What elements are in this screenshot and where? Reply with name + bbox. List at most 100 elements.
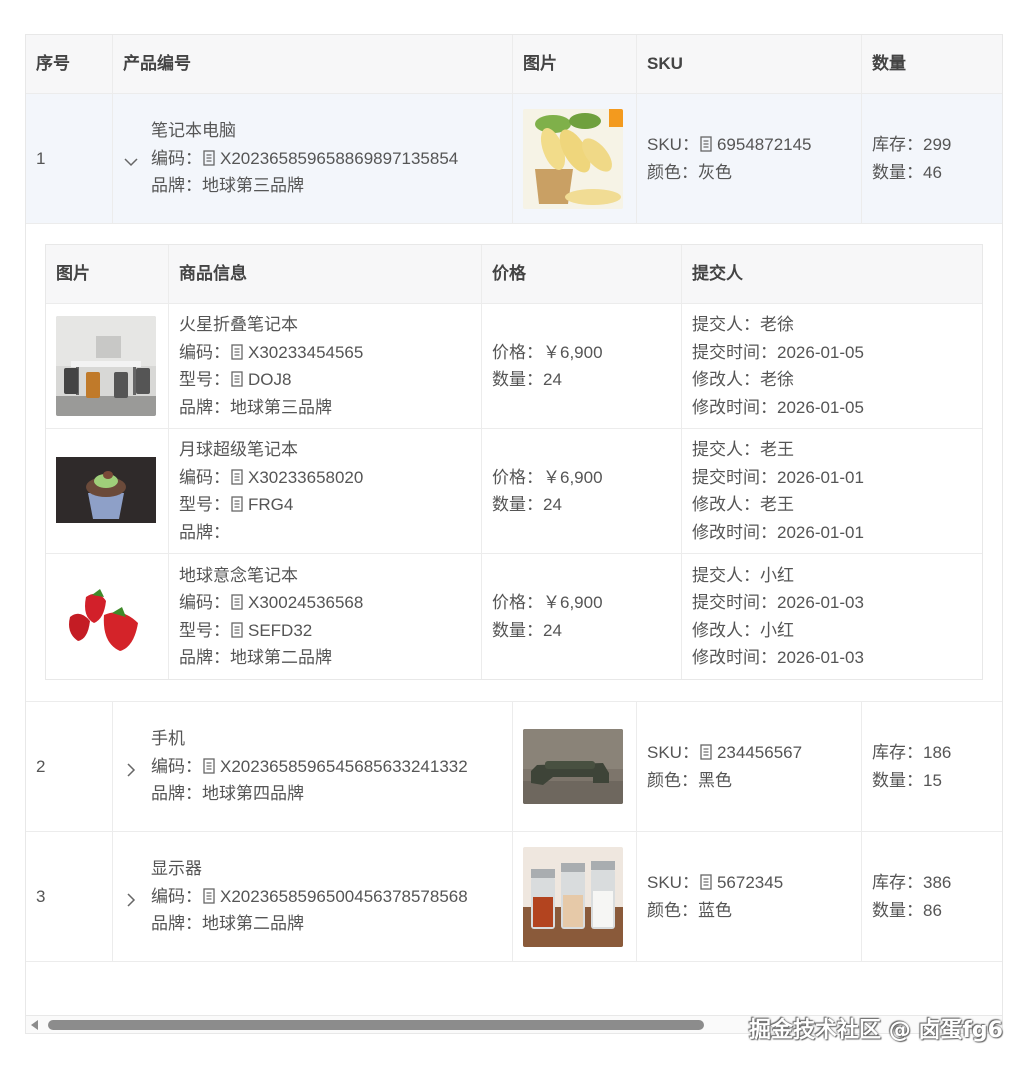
color-value: 颜色：黑色 <box>647 770 732 790</box>
row-index: 2 <box>26 702 113 831</box>
sub-info-cell: 火星折叠笔记本 编码： X30233454565 型号： DOJ8 品牌：地球第三品… <box>169 304 482 428</box>
sub-product-model: 型号： SEFD32 <box>179 619 313 640</box>
quantity-cell: 库存：186 数量：15 <box>862 702 1002 831</box>
copy-icon[interactable] <box>202 755 216 774</box>
table-row[interactable]: 1 笔记本电脑 编码： X20236585965886989713585​4 品牌… <box>26 94 1002 224</box>
image-cell <box>513 94 637 223</box>
copy-icon[interactable] <box>230 368 244 387</box>
table-row[interactable]: 3 显示器 编码： X20236585965004563785785​68 品牌：… <box>26 832 1002 962</box>
product-cell: 笔记本电脑 编码： X20236585965886989713585​4 品牌：地… <box>113 94 513 223</box>
header-index: 序号 <box>26 35 113 93</box>
modifier: 修改人：老王 <box>692 495 794 514</box>
sub-product-name: 地球意念笔记本 <box>179 565 298 585</box>
expanded-row: 图片 商品信息 价格 提交人 火星折叠笔记本 编码： X30233454565 … <box>26 224 1002 702</box>
sub-qty: 数量：24 <box>492 370 562 389</box>
chevron-right-icon[interactable] <box>123 889 139 907</box>
product-code: 编码： X20236585965004563785785​68 <box>151 885 468 906</box>
product-code: 编码： X20236585965456856332413​32 <box>151 755 468 776</box>
sub-image-cell <box>46 554 169 679</box>
product-image-dining <box>56 316 156 416</box>
copy-icon[interactable] <box>230 466 244 485</box>
modify-time: 修改时间：2026-01-01 <box>692 522 864 542</box>
sub-price: 价格：￥6,900 <box>492 467 603 487</box>
qty-value: 数量：15 <box>872 770 942 790</box>
sub-price-cell: 价格：￥6,900 数量：24 <box>482 554 682 679</box>
copy-icon[interactable] <box>230 619 244 638</box>
copy-icon[interactable] <box>230 341 244 360</box>
sub-header-submitter: 提交人 <box>692 264 743 284</box>
modify-time: 修改时间：2026-01-05 <box>692 397 864 417</box>
scroll-left-arrow-icon[interactable] <box>31 1020 38 1030</box>
chevron-right-icon[interactable] <box>123 759 139 777</box>
sub-price: 价格：￥6,900 <box>492 593 603 612</box>
sub-product-code: 编码： X30233658020 <box>179 466 364 487</box>
product-brand: 品牌：地球第四品牌 <box>151 784 304 804</box>
header-product: 产品编号 <box>113 35 513 93</box>
submitter: 提交人：老王 <box>692 440 794 459</box>
stock-value: 库存：186 <box>872 743 952 762</box>
sku-cell: SKU： 234456567 颜色：黑色 <box>637 702 862 831</box>
modifier: 修改人：老徐 <box>692 370 794 389</box>
product-name: 显示器 <box>151 859 202 879</box>
sub-header-image: 图片 <box>46 245 169 303</box>
product-cell: 手机 编码： X20236585965456856332413​32 品牌：地球第… <box>113 702 513 831</box>
copy-icon[interactable] <box>699 133 713 152</box>
image-cell <box>513 832 637 961</box>
color-value: 颜色：蓝色 <box>647 900 732 920</box>
product-name: 手机 <box>151 729 185 749</box>
sub-product-code: 编码： X30233454565 <box>179 341 364 362</box>
header-sku: SKU <box>637 35 862 93</box>
copy-icon[interactable] <box>230 591 244 610</box>
product-brand: 品牌：地球第三品牌 <box>151 176 304 196</box>
sub-image-cell <box>46 304 169 428</box>
sub-product-model: 型号： FRG4 <box>179 493 294 514</box>
copy-icon[interactable] <box>699 741 713 760</box>
table-header: 序号 产品编号 图片 SKU 数量 <box>26 35 1002 94</box>
copy-icon[interactable] <box>202 147 216 166</box>
submitter: 提交人：小红 <box>692 565 794 585</box>
sub-price: 价格：￥6,900 <box>492 342 603 362</box>
submit-time: 提交时间：2026-01-05 <box>692 342 864 362</box>
sub-table-row[interactable]: 地球意念笔记本 编码： X30024536568 型号： SEFD32 品牌：地球第… <box>46 554 982 679</box>
stock-value: 库存：386 <box>872 873 952 892</box>
sub-submitter-cell: 提交人：小红 提交时间：2026-01-03 修改人：小红 修改时间：2026-… <box>682 554 982 679</box>
color-value: 颜色：灰色 <box>647 162 732 182</box>
sub-info-cell: 地球意念笔记本 编码： X30024536568 型号： SEFD32 品牌：地球第… <box>169 554 482 679</box>
sub-product-model: 型号： DOJ8 <box>179 368 292 389</box>
sub-submitter-cell: 提交人：老徐 提交时间：2026-01-05 修改人：老徐 修改时间：2026-… <box>682 304 982 428</box>
row-index: 1 <box>26 94 113 223</box>
product-brand: 品牌：地球第二品牌 <box>151 914 304 934</box>
sub-price-cell: 价格：￥6,900 数量：24 <box>482 304 682 428</box>
sub-header-price: 价格 <box>482 245 682 303</box>
sub-header-info: 商品信息 <box>169 245 482 303</box>
copy-icon[interactable] <box>230 493 244 512</box>
product-name: 笔记本电脑 <box>151 121 236 141</box>
product-table: 序号 产品编号 图片 SKU 数量 1 笔记本电脑 编码： X2023658596… <box>25 34 1003 1016</box>
sub-qty: 数量：24 <box>492 620 562 640</box>
sub-submitter-cell: 提交人：老王 提交时间：2026-01-01 修改人：老王 修改时间：2026-… <box>682 429 982 553</box>
row-index: 3 <box>26 832 113 961</box>
sub-table-header: 图片 商品信息 价格 提交人 <box>46 245 982 304</box>
modifier: 修改人：小红 <box>692 620 794 640</box>
sku-value: SKU： 5672345 <box>647 871 784 892</box>
sku-cell: SKU： 6954872145 颜色：灰色 <box>637 94 862 223</box>
header-quantity: 数量 <box>872 54 906 74</box>
sub-table: 图片 商品信息 价格 提交人 火星折叠笔记本 编码： X30233454565 … <box>45 244 983 680</box>
product-cell: 显示器 编码： X20236585965004563785785​68 品牌：地球… <box>113 832 513 961</box>
copy-icon[interactable] <box>699 871 713 890</box>
submit-time: 提交时间：2026-01-03 <box>692 593 864 612</box>
modify-time: 修改时间：2026-01-03 <box>692 648 864 667</box>
product-image-corn <box>523 108 623 209</box>
sub-table-row[interactable]: 月球超级笔记本 编码： X30233658020 型号： FRG4 品牌： 价格：￥… <box>46 429 982 554</box>
chevron-down-icon[interactable] <box>123 151 139 167</box>
sub-product-name: 月球超级笔记本 <box>179 440 298 459</box>
sub-qty: 数量：24 <box>492 495 562 514</box>
table-row[interactable]: 2 手机 编码： X20236585965456856332413​32 品牌：地… <box>26 702 1002 832</box>
submitter: 提交人：老徐 <box>692 315 794 334</box>
product-image-strawberry <box>56 566 156 667</box>
copy-icon[interactable] <box>202 885 216 904</box>
product-image-cupcake <box>56 441 156 541</box>
sub-table-row[interactable]: 火星折叠笔记本 编码： X30233454565 型号： DOJ8 品牌：地球第三品… <box>46 304 982 429</box>
scrollbar-thumb[interactable] <box>48 1020 704 1030</box>
watermark: 掘金技术社区 @ 卤蛋fg6 <box>749 1018 1003 1043</box>
